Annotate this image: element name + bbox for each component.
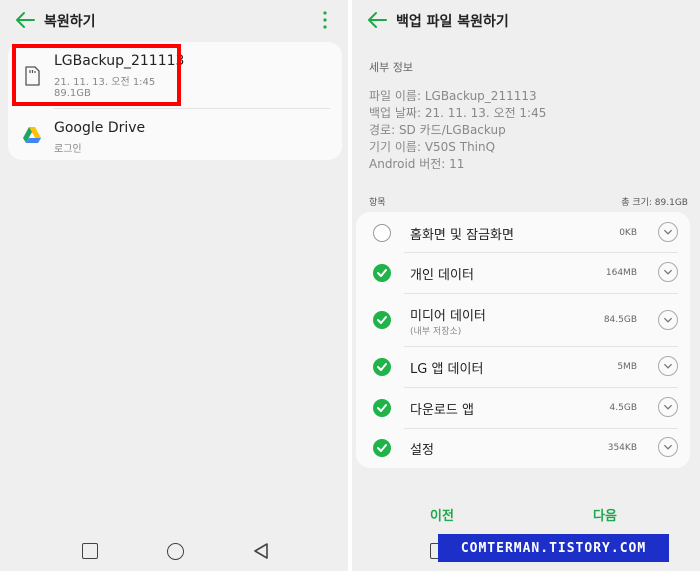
page-title: 백업 파일 복원하기	[396, 14, 509, 30]
backup-date: 21. 11. 13. 오전 1:45	[54, 77, 156, 88]
restore-screen: 복원하기 LGBackup_211113 21. 11. 13. 오전 1:45…	[0, 0, 348, 571]
total-size: 총 크기: 89.1GB	[621, 198, 688, 208]
row-lg-app-data[interactable]: LG 앱 데이터 5MB	[356, 347, 690, 387]
details-label: 세부 정보	[369, 61, 413, 74]
next-button[interactable]: 다음	[577, 505, 633, 525]
row-size: 5MB	[617, 362, 637, 372]
back-triangle-icon[interactable]	[252, 542, 270, 560]
row-name: 미디어 데이터	[410, 309, 486, 324]
row-sub: (내부 저장소)	[410, 327, 462, 337]
chevron-down-icon[interactable]	[658, 397, 678, 417]
recent-apps-button[interactable]	[82, 543, 98, 559]
row-name: 다운로드 앱	[410, 403, 474, 418]
row-size: 4.5GB	[609, 403, 637, 413]
restore-backup-screen: 백업 파일 복원하기 세부 정보 파일 이름: LGBackup_211113 …	[352, 0, 700, 571]
check-icon	[377, 316, 387, 324]
row-name: 홈화면 및 잠금화면	[410, 228, 514, 243]
restore-items-list: 홈화면 및 잠금화면 0KB 개인 데이터 164MB 미디어 데이터 (내부 …	[356, 212, 690, 468]
row-size: 84.5GB	[603, 315, 637, 325]
row-downloaded-apps[interactable]: 다운로드 앱 4.5GB	[356, 388, 690, 428]
google-drive-icon	[23, 127, 41, 143]
row-personal-data[interactable]: 개인 데이터 164MB	[356, 253, 690, 293]
check-icon	[377, 269, 387, 277]
row-settings[interactable]: 설정 354KB	[356, 429, 690, 468]
checkbox-checked[interactable]	[373, 439, 391, 457]
home-button[interactable]	[167, 543, 184, 560]
row-name: 개인 데이터	[410, 268, 474, 283]
drive-title: Google Drive	[54, 120, 146, 136]
checkbox-checked[interactable]	[373, 311, 391, 329]
detail-path: 경로: SD 카드/LGBackup	[369, 123, 506, 137]
row-home-lock-screen[interactable]: 홈화면 및 잠금화면 0KB	[356, 212, 690, 252]
checkbox-unchecked[interactable]	[373, 224, 391, 242]
arrow-left-icon[interactable]	[366, 10, 388, 30]
check-icon	[377, 404, 387, 412]
backup-source-list: LGBackup_211113 21. 11. 13. 오전 1:45 89.1…	[8, 42, 342, 160]
checkbox-checked[interactable]	[373, 264, 391, 282]
drive-login-status: 로그인	[54, 144, 82, 155]
restore-header: 복원하기	[0, 0, 348, 40]
backup-size: 89.1GB	[54, 88, 91, 99]
chevron-down-icon[interactable]	[658, 262, 678, 282]
chevron-down-icon[interactable]	[658, 437, 678, 457]
chevron-down-icon[interactable]	[658, 222, 678, 242]
divider	[54, 108, 330, 109]
chevron-down-icon[interactable]	[658, 356, 678, 376]
previous-button[interactable]: 이전	[414, 505, 470, 525]
detail-device-name: 기기 이름: V50S ThinQ	[369, 140, 496, 154]
page-title: 복원하기	[44, 14, 96, 30]
row-media-data[interactable]: 미디어 데이터 (내부 저장소) 84.5GB	[356, 294, 690, 346]
checkbox-checked[interactable]	[373, 358, 391, 376]
row-size: 0KB	[619, 228, 637, 238]
list-item-google-drive[interactable]: Google Drive 로그인	[8, 110, 342, 160]
chevron-down-icon[interactable]	[658, 310, 678, 330]
arrow-left-icon[interactable]	[14, 10, 36, 30]
row-size: 164MB	[605, 268, 637, 278]
check-icon	[377, 444, 387, 452]
detail-backup-date: 백업 날짜: 21. 11. 13. 오전 1:45	[369, 106, 547, 120]
row-name: LG 앱 데이터	[410, 362, 484, 377]
list-item-lgbackup[interactable]: LGBackup_211113 21. 11. 13. 오전 1:45 89.1…	[8, 42, 342, 108]
restore-backup-header: 백업 파일 복원하기	[352, 0, 700, 40]
detail-file-name: 파일 이름: LGBackup_211113	[369, 89, 537, 103]
items-label: 항목	[369, 198, 386, 208]
detail-android-version: Android 버전: 11	[369, 157, 465, 171]
more-vertical-icon[interactable]	[320, 9, 330, 31]
watermark: COMTERMAN.TISTORY.COM	[438, 534, 669, 562]
row-name: 설정	[410, 443, 434, 458]
backup-name: LGBackup_211113	[54, 53, 185, 69]
checkbox-checked[interactable]	[373, 399, 391, 417]
sd-card-icon	[25, 66, 40, 86]
row-size: 354KB	[607, 443, 637, 453]
check-icon	[377, 363, 387, 371]
